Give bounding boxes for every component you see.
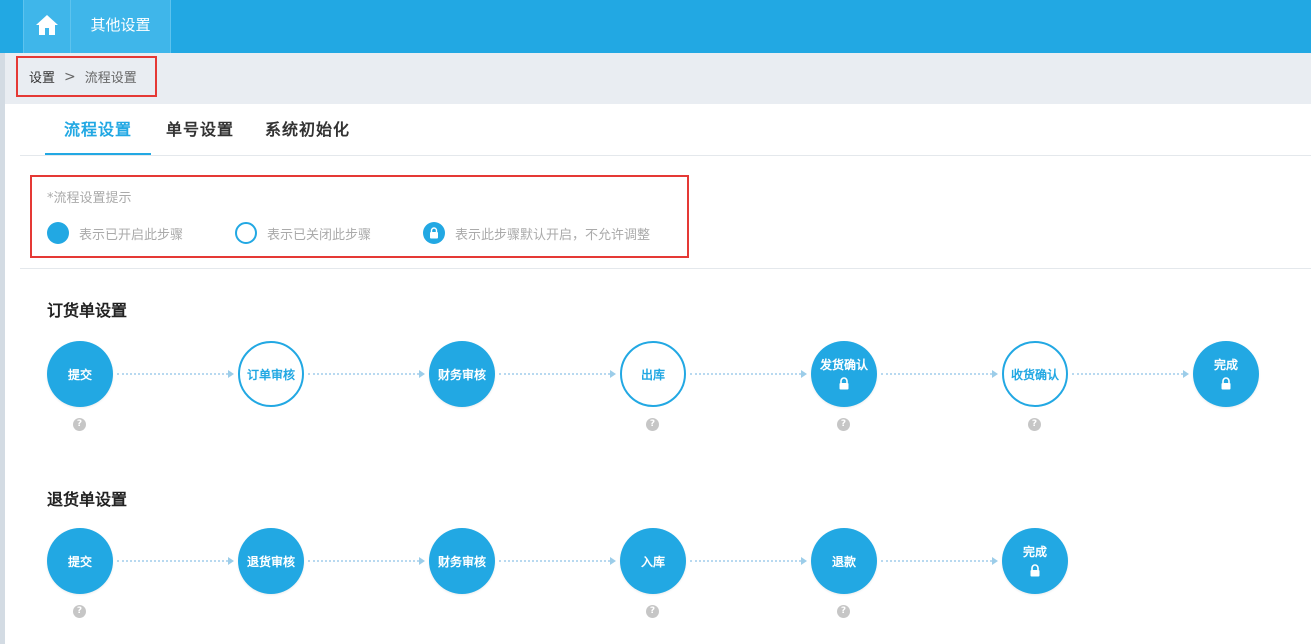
flow-step-label: 发货确认 [819,357,868,372]
flow-step[interactable]: 订单审核 [238,341,304,407]
main-content: 流程设置 单号设置 系统初始化 *流程设置提示 表示已开启此步骤 表示已关闭此步… [20,104,1311,644]
return-flow-title: 退货单设置 [47,490,128,509]
flow-arrow [690,557,807,565]
flow-step[interactable]: 财务审核 [429,528,495,594]
legend-enabled-label: 表示已开启此步骤 [79,227,184,243]
legend-locked: 表示此步骤默认开启，不允许调整 [423,220,650,246]
flow-step-label: 提交 [67,554,92,569]
lock-icon [430,227,438,239]
legend-disabled-label: 表示已关闭此步骤 [267,227,372,243]
flow-tips-panel: *流程设置提示 表示已开启此步骤 表示已关闭此步骤 表示此步骤默认开启，不允许调… [30,175,689,258]
flow-step-label: 收货确认 [1010,367,1059,382]
breadcrumb-current: 流程设置 [84,71,137,86]
tab-number-settings[interactable]: 单号设置 [166,104,234,155]
flow-step-label: 财务审核 [437,554,486,569]
help-icon[interactable]: ? [837,418,850,431]
flow-step[interactable]: 财务审核 [429,341,495,407]
flow-step-label: 财务审核 [437,367,486,382]
flow-step[interactable]: 完成 [1193,341,1259,407]
help-icon[interactable]: ? [73,418,86,431]
breadcrumb-root-link[interactable]: 设置 [29,67,55,86]
top-tab-other-settings[interactable]: 其他设置 [71,0,171,53]
tab-system-init[interactable]: 系统初始化 [265,104,350,155]
lock-circle-icon [423,222,445,244]
flow-arrow [117,370,234,378]
flow-step[interactable]: 发货确认 [811,341,877,407]
flow-arrow [308,370,425,378]
flow-step-label: 完成 [1213,357,1238,372]
left-edge-strip [0,53,5,644]
flow-arrow [881,370,998,378]
lock-icon [838,376,850,393]
help-icon[interactable]: ? [73,605,86,618]
order-flow-title: 订货单设置 [47,301,128,320]
flow-arrow [690,370,807,378]
help-icon[interactable]: ? [837,605,850,618]
flow-step-label: 入库 [640,554,665,569]
flow-step[interactable]: 入库 [620,528,686,594]
flow-step-label: 出库 [640,367,665,382]
flow-arrow [499,557,616,565]
flow-step[interactable]: 提交 [47,341,113,407]
flow-step-label: 退货审核 [246,554,295,569]
flow-arrow [499,370,616,378]
flow-arrow [308,557,425,565]
breadcrumb: 设置 > 流程设置 [16,56,157,97]
help-icon[interactable]: ? [1028,418,1041,431]
section-divider [20,268,1311,269]
flow-step-label: 完成 [1022,544,1047,559]
filled-circle-icon [47,222,69,244]
legend-enabled: 表示已开启此步骤 [47,220,183,246]
flow-step[interactable]: 出库 [620,341,686,407]
flow-step[interactable]: 完成 [1002,528,1068,594]
lock-icon [1029,563,1041,580]
top-bar: 其他设置 [0,0,1311,53]
flow-step[interactable]: 提交 [47,528,113,594]
settings-tabs: 流程设置 单号设置 系统初始化 [20,104,1311,156]
breadcrumb-bar [5,53,1311,104]
flow-arrow [117,557,234,565]
legend-locked-label: 表示此步骤默认开启，不允许调整 [455,227,651,243]
home-icon [35,14,59,40]
flow-arrow [881,557,998,565]
flow-step[interactable]: 收货确认 [1002,341,1068,407]
hollow-circle-icon [235,222,257,244]
breadcrumb-separator: > [64,68,76,85]
home-button[interactable] [23,0,71,53]
help-icon[interactable]: ? [646,605,659,618]
flow-step-label: 退款 [831,554,856,569]
flow-step-label: 提交 [67,367,92,382]
legend-disabled: 表示已关闭此步骤 [235,220,371,246]
lock-icon [1220,376,1232,393]
help-icon[interactable]: ? [646,418,659,431]
flow-step[interactable]: 退货审核 [238,528,304,594]
flow-step[interactable]: 退款 [811,528,877,594]
flow-step-label: 订单审核 [246,367,295,382]
tab-flow-settings[interactable]: 流程设置 [45,104,151,155]
tips-title: *流程设置提示 [47,191,132,206]
flow-arrow [1072,370,1189,378]
